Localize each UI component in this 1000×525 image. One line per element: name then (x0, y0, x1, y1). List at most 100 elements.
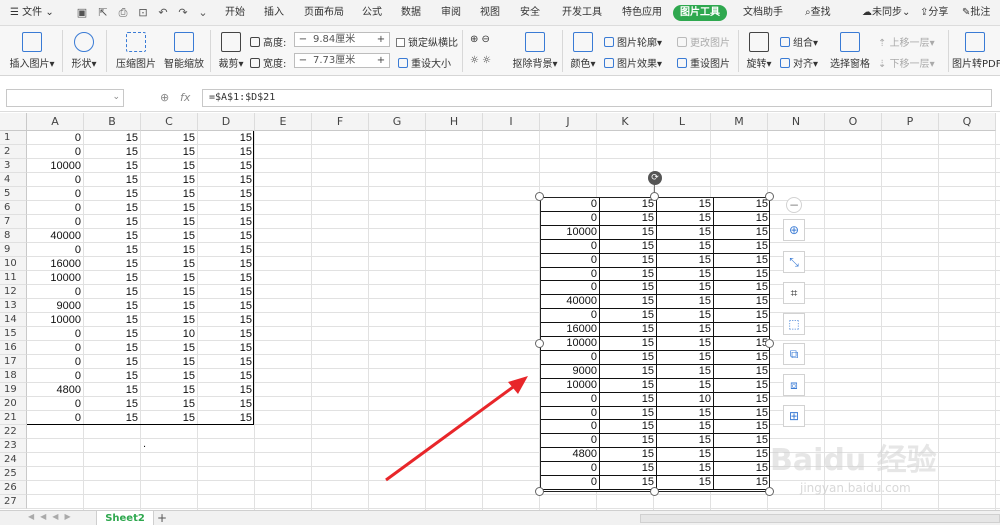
table-cell[interactable]: 15 (84, 257, 140, 271)
resize-handle-nw[interactable] (535, 192, 544, 201)
table-cell[interactable]: 15 (141, 159, 197, 173)
table-cell[interactable]: 15 (84, 369, 140, 383)
remove-background-icon[interactable]: ⤡ (783, 251, 805, 273)
tab-review[interactable]: 审阅 (441, 5, 461, 21)
lock-ratio-checkbox[interactable]: 锁定纵横比 (396, 34, 458, 49)
row-header[interactable]: 3 (0, 159, 27, 173)
table-cell[interactable]: 15 (141, 313, 197, 327)
tab-picture-tools[interactable]: 图片工具 (673, 5, 727, 21)
table-cell[interactable]: 15 (84, 243, 140, 257)
row-header[interactable]: 8 (0, 229, 27, 243)
table-cell[interactable]: 15 (141, 131, 197, 145)
table-cell[interactable]: 15 (84, 187, 140, 201)
table-cell[interactable]: 0 (27, 411, 83, 425)
row-header[interactable]: 27 (0, 495, 27, 509)
picture-outline-button[interactable]: 图片轮廓▾ (604, 34, 662, 49)
table-cell[interactable]: 15 (84, 313, 140, 327)
table-cell[interactable]: 15 (198, 341, 254, 355)
row-header[interactable]: 10 (0, 257, 27, 271)
table-cell[interactable]: 15 (141, 369, 197, 383)
compress-icon[interactable]: ⬚ (783, 313, 805, 335)
tab-home[interactable]: 开始 (225, 5, 245, 21)
table-cell[interactable]: 15 (198, 131, 254, 145)
add-sheet-button[interactable]: + (155, 511, 169, 525)
resize-handle-e[interactable] (765, 339, 774, 348)
row-header[interactable]: 13 (0, 299, 27, 313)
table-cell[interactable]: 4800 (27, 383, 83, 397)
table-cell[interactable]: 15 (84, 159, 140, 173)
table-cell[interactable]: 15 (198, 327, 254, 341)
column-header[interactable]: D (198, 113, 255, 131)
row-header[interactable]: 15 (0, 327, 27, 341)
row-header[interactable]: 5 (0, 187, 27, 201)
zoom-search-icon[interactable]: ⊕ (160, 91, 169, 104)
comment-button[interactable]: ✎批注 (962, 5, 990, 21)
table-cell[interactable]: 15 (141, 355, 197, 369)
table-cell[interactable]: 15 (198, 201, 254, 215)
table-cell[interactable]: 15 (141, 215, 197, 229)
column-header[interactable]: P (882, 113, 939, 131)
resize-handle-se[interactable] (765, 487, 774, 496)
table-cell[interactable]: 40000 (27, 229, 83, 243)
table-cell[interactable]: 15 (141, 187, 197, 201)
table-cell[interactable]: 0 (27, 243, 83, 257)
column-header[interactable]: E (255, 113, 312, 131)
brightness-icon[interactable]: ☼ ☼ (470, 55, 491, 66)
tab-insert[interactable]: 插入 (264, 5, 284, 21)
table-cell[interactable]: 10000 (27, 313, 83, 327)
table-cell[interactable]: 15 (198, 173, 254, 187)
group-button[interactable]: 组合▾ (780, 34, 818, 49)
column-header[interactable]: I (483, 113, 540, 131)
rotate-button[interactable]: 旋转▾ (744, 32, 774, 70)
row-header[interactable]: 11 (0, 271, 27, 285)
table-cell[interactable]: 15 (198, 229, 254, 243)
column-header[interactable]: Q (939, 113, 996, 131)
width-stepper[interactable]: − 7.73厘米 + (294, 53, 390, 68)
export-icon[interactable]: ⇱ (96, 6, 110, 20)
table-cell[interactable]: 15 (84, 383, 140, 397)
select-all-corner[interactable] (0, 113, 27, 131)
column-header[interactable]: H (426, 113, 483, 131)
picture-to-text-icon[interactable]: ⧉ (783, 343, 805, 365)
table-cell[interactable]: 0 (27, 131, 83, 145)
column-header[interactable]: B (84, 113, 141, 131)
row-header[interactable]: 7 (0, 215, 27, 229)
row-header[interactable]: 25 (0, 467, 27, 481)
table-cell[interactable]: 15 (84, 411, 140, 425)
send-backward-button[interactable]: ⇣ 下移一层▾ (878, 55, 935, 70)
row-header[interactable]: 19 (0, 383, 27, 397)
table-cell[interactable]: 10000 (27, 159, 83, 173)
print-preview-icon[interactable]: ⊡ (136, 6, 150, 20)
increase-height-button[interactable]: + (374, 33, 388, 46)
file-menu[interactable]: ☰ 文件 ⌄ (10, 5, 54, 21)
tab-security[interactable]: 安全 (520, 5, 540, 21)
table-cell[interactable]: 15 (141, 271, 197, 285)
shape-button[interactable]: 形状▾ (68, 32, 100, 70)
tab-developer[interactable]: 开发工具 (562, 5, 602, 21)
height-stepper[interactable]: − 9.84厘米 + (294, 32, 390, 47)
bring-forward-button[interactable]: ⇡ 上移一层▾ (878, 34, 935, 49)
row-header[interactable]: 18 (0, 369, 27, 383)
save-icon[interactable]: ▣ (75, 6, 89, 20)
row-header[interactable]: 12 (0, 285, 27, 299)
remove-background-button[interactable]: 抠除背景▾ (512, 32, 558, 70)
table-cell[interactable]: 0 (27, 327, 83, 341)
row-header[interactable]: 9 (0, 243, 27, 257)
row-header[interactable]: 6 (0, 201, 27, 215)
table-cell[interactable]: 15 (141, 411, 197, 425)
row-header[interactable]: 24 (0, 453, 27, 467)
search-button[interactable]: ⌕查找 (805, 5, 831, 21)
row-header[interactable]: 20 (0, 397, 27, 411)
picture-to-pdf-button[interactable]: 图片转PDF (952, 32, 1000, 70)
tab-data[interactable]: 数据 (401, 5, 421, 21)
table-cell[interactable]: 15 (198, 145, 254, 159)
table-cell[interactable]: 15 (84, 355, 140, 369)
table-cell[interactable]: 15 (198, 313, 254, 327)
redo-icon[interactable]: ↷ (176, 6, 190, 20)
table-cell[interactable]: 15 (84, 341, 140, 355)
row-header[interactable]: 4 (0, 173, 27, 187)
decrease-height-button[interactable]: − (296, 33, 310, 46)
rotate-handle-icon[interactable]: ⟳ (648, 171, 662, 185)
row-header[interactable]: 26 (0, 481, 27, 495)
row-header[interactable]: 21 (0, 411, 27, 425)
